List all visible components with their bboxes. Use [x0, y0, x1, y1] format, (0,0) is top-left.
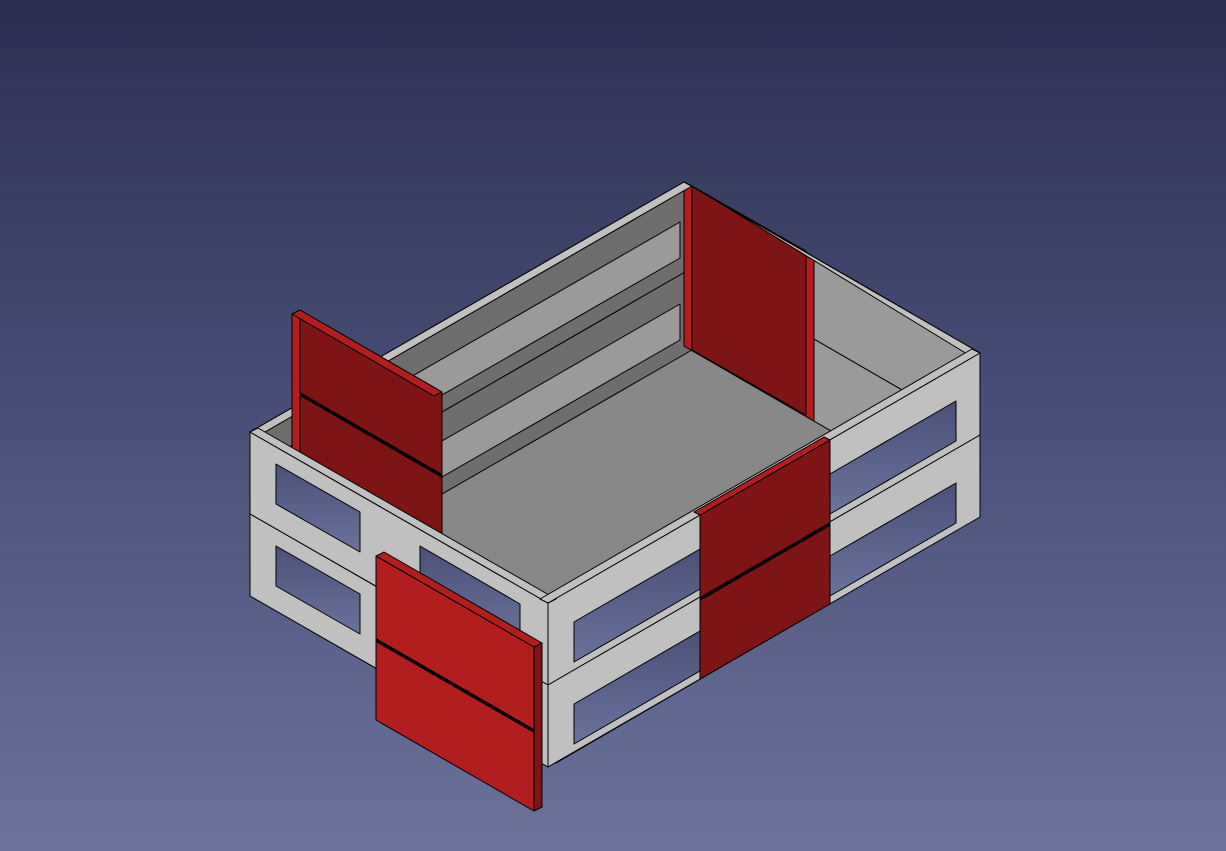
model-svg [0, 0, 1226, 851]
cad-viewport[interactable] [0, 0, 1226, 851]
model-group [250, 182, 980, 811]
face-red-near-front-side [534, 643, 542, 811]
